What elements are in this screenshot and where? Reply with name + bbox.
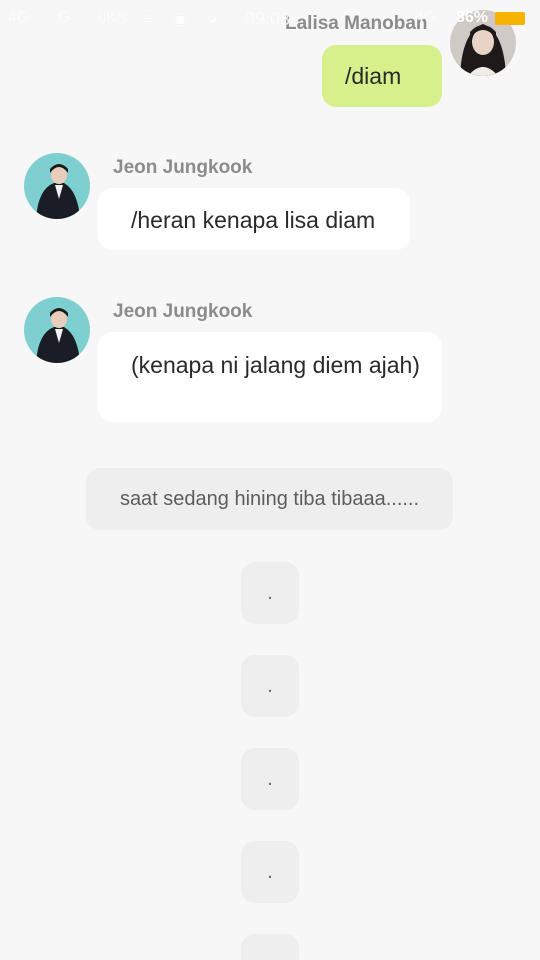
notification-icons: ≡ ▣ ◕ bbox=[143, 11, 227, 28]
message-bubble-in[interactable]: /heran kenapa lisa diam bbox=[98, 188, 410, 250]
right-status-icons: ▫ 4G bbox=[405, 9, 437, 26]
clock: 09:08 bbox=[245, 9, 291, 29]
battery-icon bbox=[495, 12, 525, 25]
message-bubble-in[interactable]: (kenapa ni jalang diem ajah) bbox=[98, 332, 442, 422]
sender-name: Jeon Jungkook bbox=[113, 301, 253, 322]
sender-name: Jeon Jungkook bbox=[113, 157, 253, 178]
cell-signal-icon: 4G bbox=[8, 9, 30, 26]
avatar-jungkook-image bbox=[24, 297, 90, 363]
avatar-jungkook-image bbox=[24, 153, 90, 219]
chat-screen: 4G G 0K/s ≡ ▣ ◕ 09:08 ▫ 4G 86% Lalisa Ma… bbox=[0, 0, 540, 960]
status-bar: 4G G 0K/s ≡ ▣ ◕ 09:08 ▫ 4G 86% bbox=[0, 0, 540, 36]
battery-percent: 86% bbox=[456, 9, 489, 26]
narration-bubble[interactable]: saat sedang hining tiba tibaaa...... bbox=[86, 468, 453, 530]
dot-bubble[interactable]: . bbox=[241, 655, 299, 717]
message-bubble-out[interactable]: /diam bbox=[322, 45, 442, 107]
dot-bubble[interactable]: . bbox=[241, 562, 299, 624]
dot-bubble[interactable]: . bbox=[241, 841, 299, 903]
avatar-jungkook[interactable] bbox=[24, 153, 90, 219]
network-icon: G bbox=[58, 9, 71, 26]
dot-bubble[interactable]: . bbox=[241, 748, 299, 810]
net-speed: 0K/s bbox=[98, 9, 129, 26]
dot-bubble[interactable]: . bbox=[241, 934, 299, 960]
avatar-jungkook[interactable] bbox=[24, 297, 90, 363]
